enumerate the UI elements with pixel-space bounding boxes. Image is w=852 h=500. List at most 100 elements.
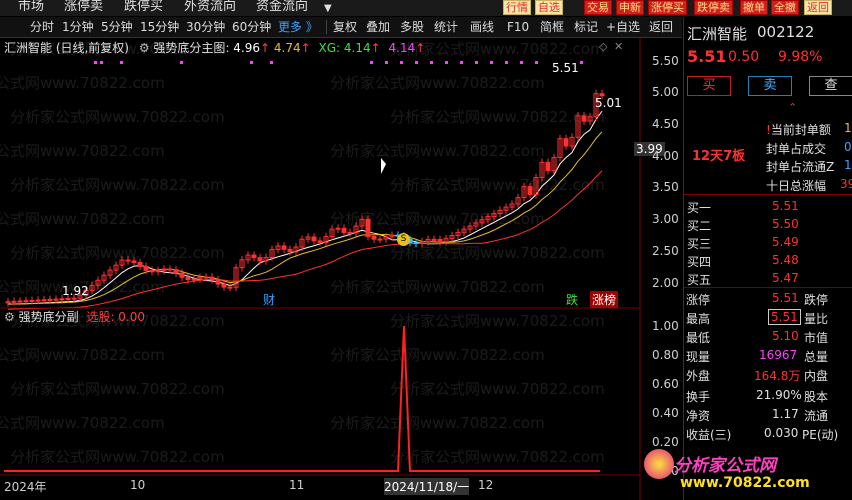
candle-body (137, 261, 143, 267)
limit-up-buy-button[interactable]: 涨停买 (648, 0, 687, 15)
bid-price[interactable]: 5.49 (772, 235, 799, 249)
menu-foreign-flow[interactable]: 外资流向 (184, 0, 236, 16)
candle-body (65, 298, 71, 300)
watermark-text: 分析家公式网www.70822.com (390, 176, 605, 194)
tab-60min[interactable]: 60分钟 (232, 19, 271, 35)
candle-body (431, 238, 437, 241)
bid-label: 买一 (687, 201, 712, 215)
query-button[interactable]: 查 (809, 76, 852, 96)
stat-label: 最低 (686, 331, 711, 345)
tab-more[interactable]: 更多 》 (278, 19, 318, 35)
menu-limit-down-buy[interactable]: 跌停买 (124, 0, 163, 16)
tab-15min[interactable]: 15分钟 (140, 19, 179, 35)
candle-body (203, 276, 209, 279)
candle-body (527, 186, 533, 196)
sub-indicator-name[interactable]: 强势底分副 (19, 310, 79, 324)
candle-body (125, 259, 131, 262)
price-change-pct: 9.98% (778, 49, 823, 65)
candle-body (371, 235, 377, 240)
tab-30min[interactable]: 30分钟 (186, 19, 225, 35)
collapse-up-icon[interactable]: ⌃ (788, 101, 797, 114)
stat-label: 最高 (686, 312, 711, 326)
tab-1min[interactable]: 1分钟 (62, 19, 94, 35)
y-tick: 2.50 (652, 244, 679, 258)
candle-body (29, 299, 35, 302)
candle-body (209, 276, 215, 281)
bid-price[interactable]: 5.48 (772, 253, 799, 267)
overlay-button[interactable]: 叠加 (366, 19, 390, 35)
watermark-text: 分析家公式网www.70822.com (10, 448, 225, 466)
menu-market[interactable]: 市场 (18, 0, 44, 16)
watermark-text: 分析家公式网www.70822.com (10, 108, 225, 126)
bid-price[interactable]: 5.47 (772, 271, 799, 285)
bid-price[interactable]: 5.50 (772, 217, 799, 231)
kline-chart[interactable]: 分析家公式网www.70822.com 分析家公式网www.70822.com 分析… (0, 38, 682, 500)
add-watchlist-button[interactable]: +自选 (606, 19, 640, 35)
indicator-name[interactable]: 强势底分主图 (153, 41, 225, 55)
stat-label: 总量 (804, 350, 829, 364)
watermark-text: 分析家公式网www.70822.com (0, 74, 165, 92)
indicator-gear-icon[interactable]: ⚙ (139, 41, 150, 55)
candle-body (11, 300, 17, 303)
draw-line-button[interactable]: 画线 (470, 19, 494, 35)
sub-indicator-value: 选股: 0.00 (86, 310, 146, 324)
quote-button[interactable]: 行情 (503, 0, 531, 15)
toolbar-back-button[interactable]: 返回 (649, 19, 673, 35)
limit-up-rank-tag[interactable]: 涨榜 (590, 291, 619, 308)
tab-timeshare[interactable]: 分时 (30, 19, 54, 35)
logo-title: 分析家公式网 (674, 456, 776, 476)
mark-button[interactable]: 标记 (574, 19, 598, 35)
close-icon[interactable]: ✕ (614, 40, 623, 53)
y-tick: 5.00 (652, 85, 679, 99)
restore-rights-button[interactable]: 复权 (333, 19, 357, 35)
stat-label: 涨停 (686, 293, 711, 307)
multi-stock-button[interactable]: 多股 (400, 19, 424, 35)
candle-body (437, 238, 443, 243)
cancel-all-button[interactable]: 全撤 (771, 0, 799, 15)
watermark-text: 分析家公式网www.70822.com (10, 176, 225, 194)
drop-tag[interactable]: 跌 (566, 291, 578, 308)
y-tick: 5.50 (652, 54, 679, 68)
y-tick: 4.50 (652, 117, 679, 131)
stats-button[interactable]: 统计 (434, 19, 458, 35)
signal-dot (430, 61, 433, 64)
trade-button[interactable]: 交易 (584, 0, 612, 15)
simple-frame-button[interactable]: 简框 (540, 19, 564, 35)
watchlist-button[interactable]: 自选 (535, 0, 563, 15)
sell-button[interactable]: 卖 (748, 76, 792, 96)
divider (684, 287, 852, 288)
tab-5min[interactable]: 5分钟 (101, 19, 133, 35)
signal-dot (385, 61, 388, 64)
new-ipo-button[interactable]: 申新 (616, 0, 644, 15)
candle-body (317, 240, 323, 243)
bid-price[interactable]: 5.51 (772, 199, 799, 213)
candle-body (365, 218, 371, 237)
candle-body (35, 299, 41, 302)
signal-dot (445, 61, 448, 64)
buy-button[interactable]: 买 (687, 76, 731, 96)
stat-value: 5.51 (768, 309, 801, 325)
seal-float-value: 1 (844, 158, 852, 172)
signal-coin-icon[interactable]: S (397, 233, 410, 246)
cancel-order-button[interactable]: 撤单 (740, 0, 768, 15)
x-crosshair-date: 2024/11/18/一 (384, 478, 470, 495)
candle-body (191, 278, 197, 281)
menu-more-dropdown-icon[interactable]: ▼ (324, 2, 332, 18)
back-button[interactable]: 返回 (804, 0, 832, 15)
f10-button[interactable]: F10 (507, 19, 529, 35)
candle-body (71, 297, 77, 300)
signal-dot (535, 61, 538, 64)
seal-amount-label: !当前封单额 (766, 123, 831, 137)
sub-gear-icon[interactable]: ⚙ (4, 310, 15, 324)
menu-limit-up-sell[interactable]: 涨停卖 (64, 0, 103, 16)
finance-tag[interactable]: 财 (263, 291, 275, 308)
limit-down-sell-button[interactable]: 跌停卖 (694, 0, 733, 15)
watermark-text: 分析家公式网www.70822.com (0, 210, 165, 228)
stat-label: 量比 (804, 312, 829, 326)
watermark-text: 分析家公式网www.70822.com (390, 312, 605, 330)
stat-value: 1.17 (772, 407, 799, 421)
diamond-icon[interactable]: ◇ (599, 40, 607, 53)
up-arrow-icon: ↑ (415, 41, 426, 55)
menu-fund-flow[interactable]: 资金流向 (256, 0, 308, 16)
sub-y-tick: 0.40 (652, 406, 679, 420)
